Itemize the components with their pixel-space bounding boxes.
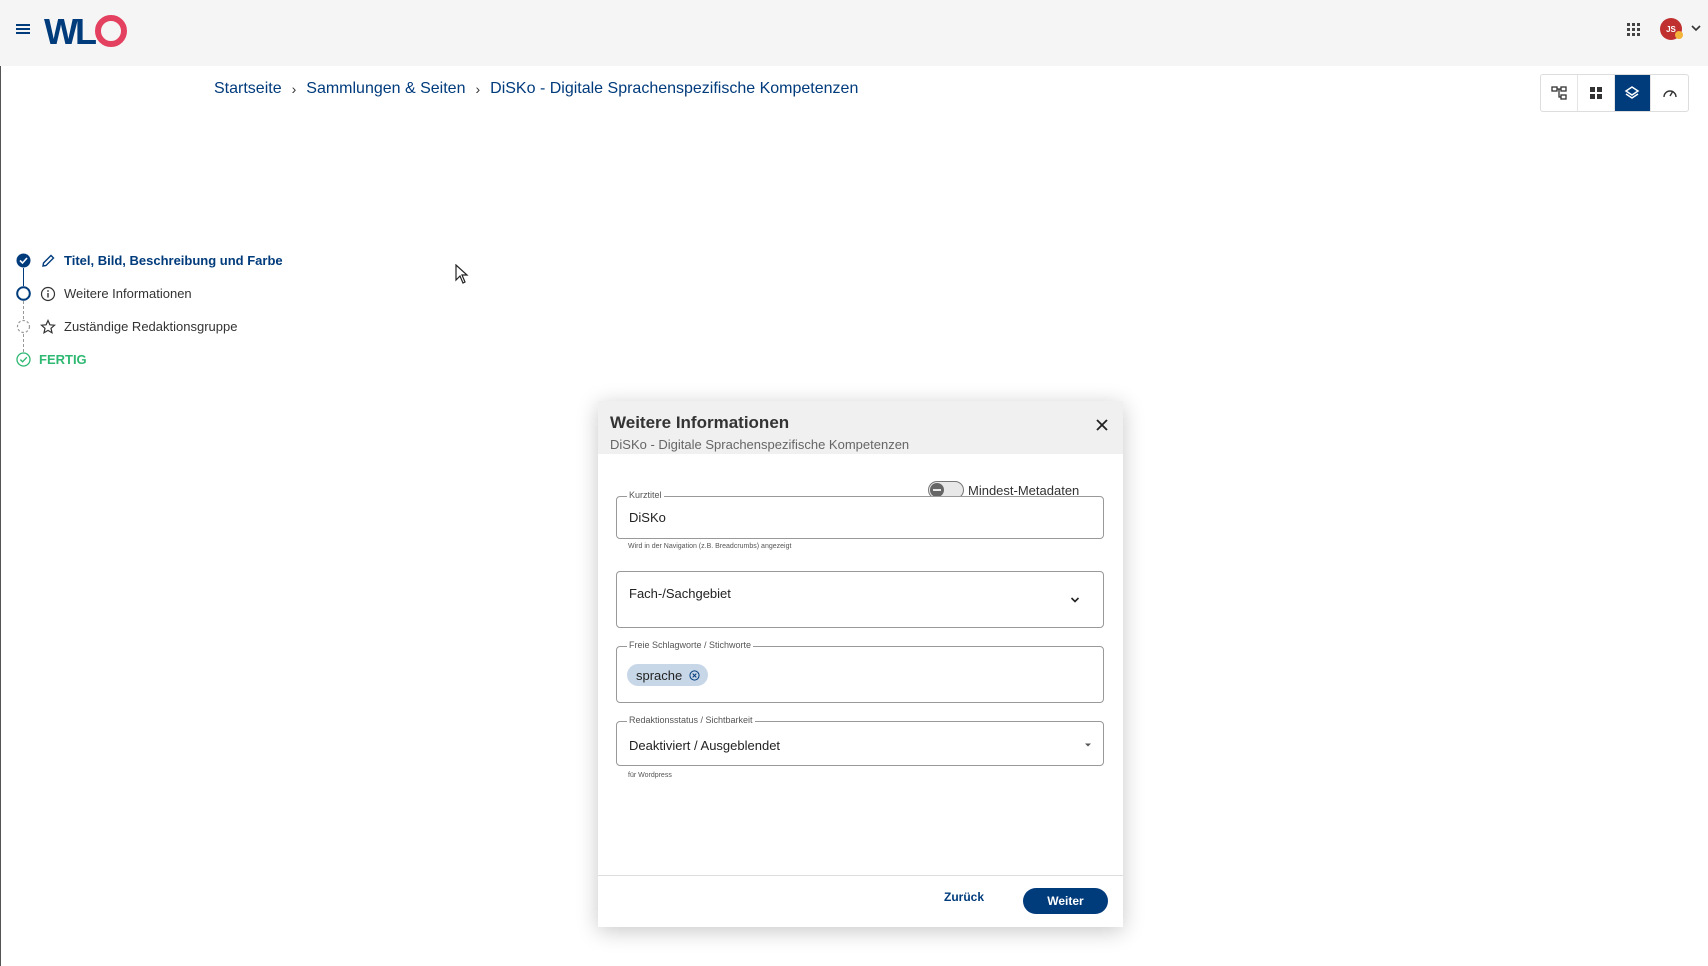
status-value: Deaktiviert / Ausgeblendet	[629, 738, 781, 753]
avatar-status-badge	[1675, 31, 1683, 39]
keyword-chip[interactable]: sprache	[627, 664, 709, 686]
step-label: Titel, Bild, Beschreibung und Farbe	[64, 253, 283, 268]
current-step-marker-icon	[16, 286, 31, 301]
field-label: Redaktionsstatus / Sichtbarkeit	[627, 715, 755, 725]
layers-icon	[1625, 86, 1640, 99]
field-label: Freie Schlagworte / Stichworte	[627, 640, 754, 650]
hamburger-menu-icon[interactable]	[14, 21, 32, 37]
close-icon[interactable]	[1095, 418, 1109, 432]
tree-view-icon	[1551, 86, 1567, 100]
dialog-header: Weitere Informationen DiSKo - Digitale S…	[598, 401, 1123, 454]
pencil-icon	[42, 254, 55, 267]
short-title-hint: Wird in der Navigation (z.B. Breadcrumbs…	[628, 543, 792, 550]
step-label: FERTIG	[39, 352, 87, 367]
pending-step-marker-icon	[16, 319, 31, 334]
check-circle-icon	[16, 253, 31, 268]
remove-chip-icon[interactable]	[689, 669, 700, 681]
mouse-cursor-icon	[455, 264, 469, 284]
toggle-knob	[930, 483, 944, 497]
subject-placeholder: Fach-/Sachgebiet	[629, 586, 731, 601]
star-icon	[40, 319, 56, 335]
stepper-connector	[23, 268, 24, 286]
breadcrumb: Startseite › Sammlungen & Seiten › DiSKo…	[214, 80, 858, 98]
tree-view-button[interactable]	[1541, 75, 1578, 111]
short-title-input[interactable]	[629, 510, 1069, 525]
breadcrumb-home[interactable]: Startseite	[214, 80, 282, 98]
top-bar: WL JS	[0, 0, 1708, 66]
dropdown-arrow-icon	[1085, 743, 1091, 747]
breadcrumb-collections[interactable]: Sammlungen & Seiten	[306, 80, 465, 98]
stepper-connector	[23, 334, 24, 352]
svg-text:WL: WL	[44, 11, 96, 50]
dashboard-view-button[interactable]	[1651, 75, 1688, 111]
wlo-logo[interactable]: WL	[44, 10, 134, 50]
grid-view-icon	[1589, 87, 1602, 99]
more-info-dialog: Weitere Informationen DiSKo - Digitale S…	[598, 401, 1123, 927]
short-title-field[interactable]: Kurztitel	[616, 490, 1104, 539]
step-label: Weitere Informationen	[64, 286, 192, 301]
dialog-footer: Zurück Weiter	[598, 875, 1123, 927]
dialog-subtitle: DiSKo - Digitale Sprachenspezifische Kom…	[610, 437, 910, 452]
next-button[interactable]: Weiter	[1023, 888, 1108, 914]
chevron-down-icon	[1070, 597, 1080, 603]
back-button[interactable]: Zurück	[944, 890, 984, 904]
status-hint: für Wordpress	[628, 772, 672, 779]
check-circle-outline-icon	[16, 352, 31, 367]
step-label: Zuständige Redaktionsgruppe	[64, 319, 238, 334]
stepper-connector	[23, 301, 24, 319]
apps-grid-icon[interactable]	[1623, 19, 1643, 39]
breadcrumb-current[interactable]: DiSKo - Digitale Sprachenspezifische Kom…	[490, 80, 858, 98]
chevron-down-icon[interactable]	[1690, 22, 1702, 34]
keywords-field[interactable]: Freie Schlagworte / Stichworte sprache	[616, 640, 1104, 703]
breadcrumb-separator-icon: ›	[291, 81, 297, 97]
chip-label: sprache	[636, 667, 683, 683]
grid-view-button[interactable]	[1578, 75, 1615, 111]
breadcrumb-separator-icon: ›	[475, 81, 481, 97]
status-select[interactable]: Redaktionsstatus / Sichtbarkeit Deaktivi…	[616, 715, 1104, 766]
dialog-title: Weitere Informationen	[610, 413, 790, 432]
window-edge	[0, 0, 1, 966]
view-switcher	[1540, 74, 1689, 112]
info-icon	[40, 286, 56, 302]
layers-view-button[interactable]	[1614, 75, 1652, 111]
subject-select[interactable]: Fach-/Sachgebiet	[616, 571, 1104, 628]
field-label: Kurztitel	[627, 490, 664, 500]
speedometer-icon	[1662, 90, 1677, 98]
